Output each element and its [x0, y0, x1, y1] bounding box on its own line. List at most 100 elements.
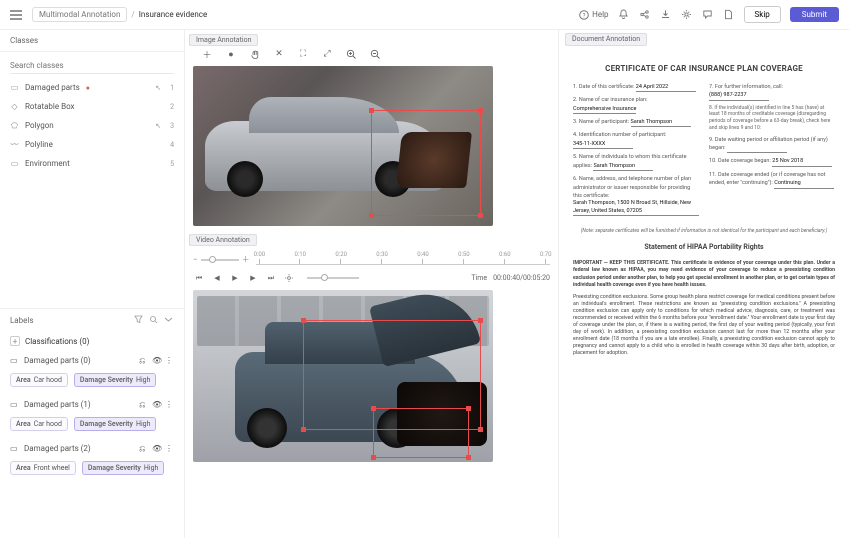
step-fwd-icon[interactable]: ▶ [247, 272, 259, 284]
eye-icon[interactable]: 👁 [152, 400, 161, 409]
fit-tool-icon[interactable]: ⛶ [297, 48, 309, 60]
classifications-label: Classifications (0) [25, 337, 89, 346]
label-group-row[interactable]: ▭Damaged parts (2)⎌👁⋮ [0, 439, 184, 458]
comment-icon[interactable] [702, 9, 714, 21]
filter-icon[interactable] [134, 315, 144, 325]
labels-title: Labels [10, 316, 33, 325]
fullscreen-tool-icon[interactable]: ⤢ [321, 48, 333, 60]
chip-value: Car hood [34, 420, 62, 428]
class-polyline[interactable]: 〰 Polyline 4 [0, 135, 184, 154]
step-back-icon[interactable]: ◀ [211, 272, 223, 284]
submit-button[interactable]: Submit [790, 7, 839, 22]
bbox-2[interactable] [373, 408, 469, 458]
f6-value: Sarah Thompson, 1500 N Broad St, Hillsid… [573, 200, 699, 216]
breadcrumb-parent[interactable]: Multimodal Annotation [32, 7, 127, 22]
hotkey: 5 [170, 160, 174, 168]
add-tool-icon[interactable]: ＋ [201, 48, 213, 60]
f10-value: 25 Nov 2018 [772, 158, 832, 166]
f4-value: 345-11-XXXX [573, 141, 633, 149]
f3-value: Sarah Thompson [631, 119, 691, 127]
label-group-row[interactable]: ▭Damaged parts (1)⎌👁⋮ [0, 395, 184, 414]
f7-value: (888) 987-2237 [709, 92, 769, 100]
ruler-tick: 0:40 [422, 259, 424, 264]
chip-key: Damage Severity [88, 464, 141, 472]
doc-para-1: IMPORTANT — KEEP THIS CERTIFICATE. This … [573, 260, 835, 288]
chip-key: Damage Severity [80, 420, 133, 428]
class-label: Environment [25, 159, 70, 168]
search-classes-input[interactable] [10, 58, 174, 74]
image-canvas[interactable] [193, 66, 493, 226]
ruler-tick: 0:10 [299, 259, 301, 264]
more-icon[interactable]: ⋮ [165, 356, 174, 365]
f10-label: 10. Date coverage began: [709, 158, 771, 164]
zoom-out-icon[interactable] [369, 48, 381, 60]
lock-icon[interactable]: ⎌ [139, 356, 148, 365]
share-icon[interactable] [639, 9, 651, 21]
ruler-tick: 0:60 [504, 259, 506, 264]
bbox-icon: ▭ [10, 444, 19, 453]
classifications-row[interactable]: + Classifications (0) [0, 331, 184, 351]
expand-icon[interactable] [164, 315, 174, 325]
attribute-chip[interactable]: Damage SeverityHigh [74, 373, 157, 387]
f2-value: Comprehensive Insurance [573, 106, 636, 114]
env-icon: ▭ [10, 159, 19, 168]
lock-icon[interactable]: ⎌ [139, 444, 148, 453]
f11-value: Continuing [774, 180, 834, 188]
attribute-chip[interactable]: Damage SeverityHigh [74, 417, 157, 431]
prev-frame-icon[interactable]: ⏮ [193, 272, 205, 284]
document-page[interactable]: CERTIFICATE OF CAR INSURANCE PLAN COVERA… [569, 52, 839, 368]
timeline-zoom[interactable]: − ＋ [193, 254, 250, 265]
class-environment[interactable]: ▭ Environment 5 [0, 154, 184, 173]
chip-key: Area [16, 464, 31, 472]
doc-title: CERTIFICATE OF CAR INSURANCE PLAN COVERA… [573, 64, 835, 75]
ruler-tick: 0:00 [259, 259, 261, 264]
breadcrumb-sep: / [131, 10, 134, 19]
attribute-chip[interactable]: Damage SeverityHigh [82, 461, 165, 475]
eye-icon[interactable]: 👁 [152, 356, 161, 365]
doc-subtitle: Statement of HIPAA Portability Rights [573, 243, 835, 252]
timeline-ruler[interactable]: 0:000:100:200:300:400:500:600:70 [256, 255, 550, 265]
plus-icon[interactable]: + [10, 336, 20, 346]
point-tool-icon[interactable]: ● [225, 48, 237, 60]
class-damaged-parts[interactable]: ▭ Damaged parts ● ↖1 [0, 78, 184, 97]
more-icon[interactable]: ⋮ [165, 444, 174, 453]
chip-value: High [136, 420, 150, 428]
bbox-icon: ▭ [10, 356, 19, 365]
download-icon[interactable] [660, 9, 672, 21]
lock-icon[interactable]: ⎌ [139, 400, 148, 409]
play-icon[interactable]: ▶ [229, 272, 241, 284]
search-icon[interactable] [149, 315, 159, 325]
attribute-chip[interactable]: AreaCar hood [10, 373, 68, 387]
hand-tool-icon[interactable] [249, 48, 261, 60]
zoom-in-icon[interactable] [345, 48, 357, 60]
close-tool-icon[interactable]: ✕ [273, 48, 285, 60]
skip-button[interactable]: Skip [744, 6, 781, 23]
group-name: Damaged parts (0) [24, 356, 91, 365]
class-label: Damaged parts [25, 83, 80, 92]
help-link[interactable]: ? Help [579, 10, 608, 20]
document-annotation-tag: Document Annotation [565, 33, 647, 46]
gear-icon[interactable] [681, 9, 693, 21]
attribute-chip[interactable]: AreaCar hood [10, 417, 68, 431]
class-rotatable-box[interactable]: ◇ Rotatable Box 2 [0, 97, 184, 116]
help-label: Help [592, 10, 608, 19]
next-frame-icon[interactable]: ⏭ [265, 272, 277, 284]
chip-key: Area [16, 376, 31, 384]
class-polygon[interactable]: ⬠ Polygon ↖3 [0, 116, 184, 135]
page-icon[interactable] [723, 9, 735, 21]
attribute-chip[interactable]: AreaFront wheel [10, 461, 76, 475]
dot-icon: ● [86, 84, 90, 92]
sidebar: Classes ▭ Damaged parts ● ↖1 ◇ Rotatable… [0, 30, 185, 538]
player-gear-icon[interactable] [283, 272, 295, 284]
more-icon[interactable]: ⋮ [165, 400, 174, 409]
eye-icon[interactable]: 👁 [152, 444, 161, 453]
f5-value: Sarah Thompson [593, 163, 653, 171]
ruler-tick: 0:70 [545, 259, 547, 264]
bbox-0[interactable] [371, 110, 481, 216]
bell-icon[interactable] [618, 9, 630, 21]
video-canvas[interactable] [193, 290, 493, 462]
speed-slider[interactable] [307, 277, 359, 279]
hamburger-icon[interactable] [10, 10, 22, 20]
label-group-row[interactable]: ▭ Damaged parts (0) ⎌ 👁 ⋮ [0, 351, 184, 370]
time-value: 00:00:40/00:05:20 [493, 274, 550, 282]
